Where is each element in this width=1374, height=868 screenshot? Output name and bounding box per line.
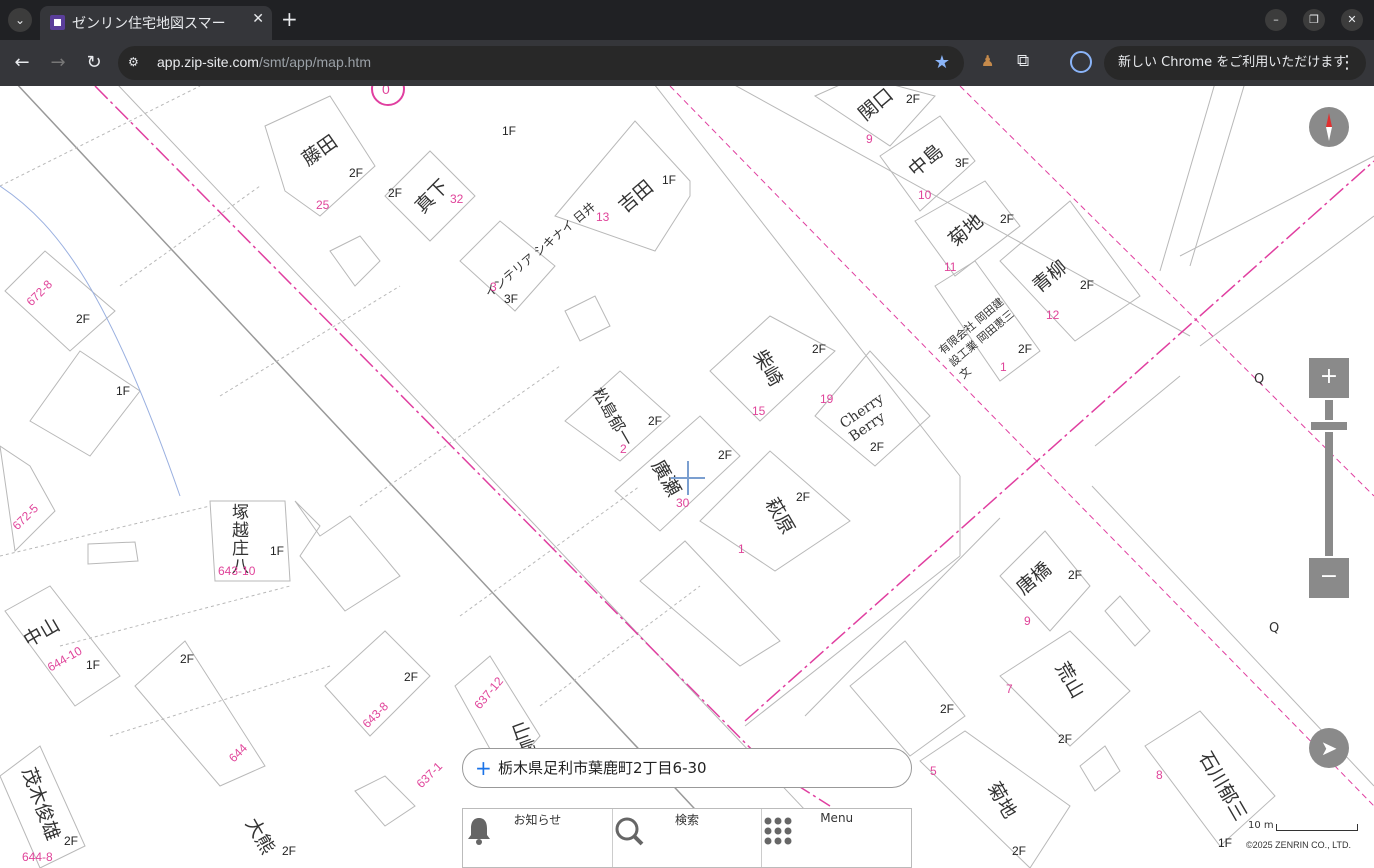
zoom-out-button[interactable]: − [1309, 558, 1349, 598]
lot-number: 7 [1006, 682, 1013, 696]
compass-south-needle [1326, 127, 1332, 141]
lot-number: 9 [1024, 614, 1031, 628]
floor-label: 2F [388, 186, 403, 200]
floor-label: 1F [1218, 836, 1233, 850]
forward-button[interactable]: → [46, 51, 70, 75]
floor-label: 2F [180, 652, 195, 666]
map-point-icon: Q [1254, 372, 1265, 387]
floor-label: 2F [1058, 732, 1073, 746]
address-bar[interactable]: ⚙ app.zip-site.com/smt/app/map.htm ★ [118, 46, 964, 80]
lot-number: 11 [944, 260, 957, 274]
grid-icon [764, 817, 792, 845]
nav-notifications[interactable]: お知らせ [463, 809, 613, 867]
lot-number: 3 [490, 280, 497, 294]
site-info-icon[interactable]: ⚙ [128, 55, 144, 71]
floor-label: 2F [1018, 342, 1033, 356]
map-point-icon: Q [1269, 621, 1280, 636]
floor-label: 2F [870, 440, 885, 454]
browser-tab[interactable]: ゼンリン住宅地図スマー ✕ [40, 6, 272, 40]
bottom-navigation: お知らせ 検索 Menu [462, 808, 912, 868]
floor-label: 3F [504, 292, 519, 306]
floor-label: 2F [1080, 278, 1095, 292]
floor-label: 3F [955, 156, 970, 170]
floor-label: 2F [648, 414, 663, 428]
map-canvas[interactable]: 藤田 25 2F 真下 32 2F 吉田 13 1F インテリア シキナイ 日井… [0, 86, 1374, 868]
lot-number: 32 [450, 192, 464, 206]
zoom-slider-thumb[interactable] [1311, 420, 1347, 432]
floor-label: 2F [1012, 844, 1027, 858]
lot-number: 1 [1000, 360, 1007, 374]
floor-label: 2F [349, 166, 364, 180]
reload-button[interactable]: ↻ [82, 51, 106, 75]
update-text: 新しい Chrome をご利用いただけます [1118, 55, 1347, 70]
address-text: 栃木県足利市葉鹿町2丁目6-30 [498, 759, 707, 777]
lot-number: 1 [738, 542, 745, 556]
floor-label: 2F [1068, 568, 1083, 582]
chrome-update-button[interactable]: 新しい Chrome をご利用いただけます ⋮ [1104, 46, 1366, 80]
close-tab-icon[interactable]: ✕ [252, 11, 264, 27]
tab-list-button[interactable]: ⌄ [8, 8, 32, 32]
lot-number: 30 [676, 496, 690, 510]
lot-number: 2 [620, 442, 627, 456]
floor-label: 2F [906, 92, 921, 106]
floor-label: 2F [1000, 212, 1015, 226]
lot-number: 10 [918, 188, 932, 202]
lot-number: 13 [596, 210, 610, 224]
puzzle-icon[interactable]: ⧉ [1017, 51, 1037, 71]
url-text: app.zip-site.com/smt/app/map.htm [157, 54, 371, 70]
current-location-icon[interactable]: ➤ [1309, 728, 1349, 768]
back-button[interactable]: ← [10, 51, 34, 75]
extension-icon[interactable]: ♟ [981, 52, 1001, 72]
floor-label: 2F [282, 844, 297, 858]
nav-search[interactable]: 検索 [613, 809, 763, 867]
floor-label: 1F [270, 544, 285, 558]
floor-label: 1F [502, 124, 517, 138]
copyright-text: ©2025 ZENRIN CO., LTD. [1246, 840, 1351, 850]
floor-label: 1F [86, 658, 101, 672]
plus-icon[interactable]: + [475, 749, 492, 787]
floor-label: 2F [76, 312, 91, 326]
floor-label: 2F [812, 342, 827, 356]
more-menu-icon[interactable]: ⋮ [1338, 46, 1356, 80]
minimize-button[interactable]: – [1265, 9, 1287, 31]
floor-label: 2F [796, 490, 811, 504]
floor-label: 2F [64, 834, 79, 848]
zoom-in-button[interactable]: + [1309, 358, 1349, 398]
restore-button[interactable]: ❐ [1303, 9, 1325, 31]
url-domain: app.zip-site.com [157, 54, 259, 70]
lot-number: 8 [1156, 768, 1163, 782]
profile-icon[interactable] [1070, 51, 1092, 73]
scale-bar [1276, 824, 1358, 831]
bookmark-star-icon[interactable]: ★ [934, 52, 950, 73]
floor-label: 2F [718, 448, 733, 462]
scale-label: 10 m [1248, 820, 1274, 831]
floor-label: 1F [116, 384, 131, 398]
circle-marker-label: 0 [382, 86, 390, 97]
center-crosshair [687, 461, 689, 495]
lot-number: 19 [820, 392, 834, 406]
close-window-button[interactable]: ✕ [1341, 9, 1363, 31]
tab-bar: ⌄ ゼンリン住宅地図スマー ✕ + – ❐ ✕ [0, 0, 1374, 40]
new-tab-button[interactable]: + [281, 8, 298, 30]
compass-icon[interactable] [1309, 107, 1349, 147]
url-path: /smt/app/map.htm [258, 54, 371, 70]
lot-number: 644-8 [22, 850, 53, 864]
lot-number: 12 [1046, 308, 1060, 322]
browser-toolbar: ← → ↻ ⚙ app.zip-site.com/smt/app/map.htm… [0, 40, 1374, 86]
floor-label: 1F [662, 173, 677, 187]
lot-number: 643-10 [218, 564, 256, 578]
floor-label: 2F [404, 670, 419, 684]
lot-number: 15 [752, 404, 766, 418]
favicon-icon [50, 15, 65, 30]
lot-number: 9 [866, 132, 873, 146]
floor-label: 2F [940, 702, 955, 716]
bell-icon [468, 818, 490, 845]
tab-title: ゼンリン住宅地図スマー [72, 16, 226, 32]
search-icon [615, 817, 644, 846]
lot-number: 25 [316, 198, 330, 212]
nav-menu[interactable]: Menu [762, 809, 911, 867]
address-search-field[interactable]: + 栃木県足利市葉鹿町2丁目6-30 [462, 748, 912, 788]
lot-number: 5 [930, 764, 937, 778]
compass-north-needle [1326, 113, 1332, 127]
